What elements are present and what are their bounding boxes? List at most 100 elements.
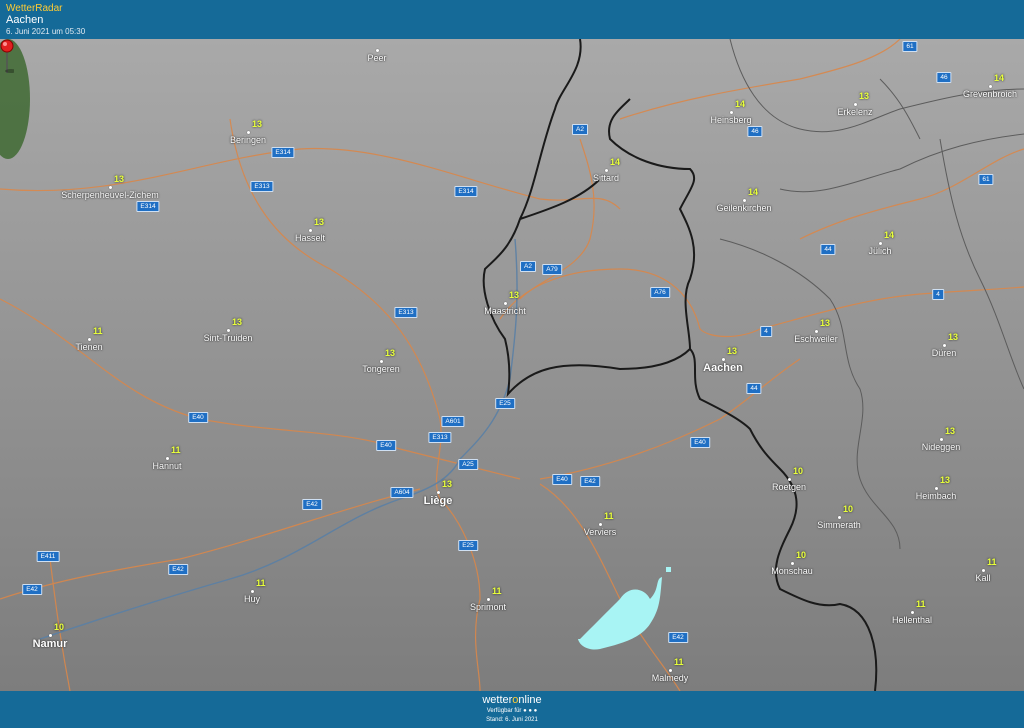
city-dot bbox=[989, 85, 992, 88]
city-dot bbox=[743, 199, 746, 202]
city-label: Geilenkirchen bbox=[716, 203, 772, 213]
road-shield: 46 bbox=[747, 126, 763, 137]
road-shield: 46 bbox=[936, 72, 952, 83]
city-label: Huy bbox=[243, 594, 261, 604]
road-shield: E313 bbox=[250, 181, 274, 192]
city-dot bbox=[487, 598, 490, 601]
city-dot bbox=[599, 523, 602, 526]
road-shield: E42 bbox=[580, 476, 600, 487]
city-dot bbox=[380, 360, 383, 363]
temperature-value: 13 bbox=[859, 91, 870, 101]
timestamp: 6. Juni 2021 um 05:30 bbox=[6, 27, 86, 36]
city-label: Simmerath bbox=[817, 520, 861, 530]
temperature-value: 10 bbox=[843, 504, 854, 514]
city-dot bbox=[376, 49, 379, 52]
temperature-value: 11 bbox=[916, 599, 926, 609]
road-shield: E313 bbox=[394, 307, 418, 318]
city-dot bbox=[838, 516, 841, 519]
radar-map[interactable]: Peer Beringen 13 Scherpenheuvel-Zichem 13 Has… bbox=[0, 39, 1024, 691]
road-shield: E314 bbox=[136, 201, 160, 212]
city-dot bbox=[605, 169, 608, 172]
city-dot bbox=[940, 438, 943, 441]
temperature-value: 13 bbox=[114, 174, 125, 184]
city-label: Kall bbox=[975, 573, 991, 583]
city-label: Nideggen bbox=[921, 442, 961, 452]
city-dot bbox=[879, 242, 882, 245]
temperature-value: 13 bbox=[948, 332, 959, 342]
city-label: Sint-Truiden bbox=[203, 333, 253, 343]
app-name: WetterRadar bbox=[6, 3, 63, 14]
city-label: Namur bbox=[32, 638, 68, 650]
road-shield: E314 bbox=[271, 147, 295, 158]
road-shield: A601 bbox=[441, 416, 465, 427]
temperature-value: 11 bbox=[674, 657, 684, 667]
road-shield: E314 bbox=[454, 186, 478, 197]
city-dot bbox=[227, 329, 230, 332]
city-dot bbox=[309, 229, 312, 232]
road-shield: E40 bbox=[552, 474, 572, 485]
temperature-value: 13 bbox=[252, 119, 263, 129]
location-name: Aachen bbox=[6, 14, 44, 26]
city-dot bbox=[815, 330, 818, 333]
road-shield: E411 bbox=[36, 551, 60, 562]
city-label: Heinsberg bbox=[710, 115, 752, 125]
temperature-value: 10 bbox=[793, 466, 804, 476]
temperature-value: 10 bbox=[54, 622, 65, 632]
temperature-value: 11 bbox=[256, 578, 266, 588]
road-shield: 4 bbox=[932, 289, 944, 300]
road-shield: A2 bbox=[520, 261, 536, 272]
city-label: Hasselt bbox=[294, 233, 326, 243]
road-shield: A604 bbox=[390, 487, 414, 498]
road-shield: 44 bbox=[746, 383, 762, 394]
city-label: Sittard bbox=[592, 173, 620, 183]
city-label: Sprimont bbox=[469, 602, 507, 612]
city-label: Beringen bbox=[229, 135, 267, 145]
city-label: Roetgen bbox=[771, 482, 807, 492]
city-dot bbox=[504, 302, 507, 305]
city-label: Tongeren bbox=[362, 364, 400, 374]
city-label: Grevenbroich bbox=[962, 89, 1018, 99]
temperature-value: 11 bbox=[93, 326, 103, 336]
brand-logo: wetteronline bbox=[0, 694, 1024, 706]
city-dot bbox=[788, 478, 791, 481]
temperature-value: 14 bbox=[735, 99, 746, 109]
city-label: Tienen bbox=[75, 342, 103, 352]
temperature-value: 13 bbox=[232, 317, 243, 327]
city-dot bbox=[854, 103, 857, 106]
road-shield: E42 bbox=[168, 564, 188, 575]
city-dot bbox=[166, 457, 169, 460]
road-shield: 61 bbox=[902, 41, 918, 52]
road-shield: E40 bbox=[690, 437, 710, 448]
temperature-value: 13 bbox=[314, 217, 325, 227]
brand-suffix: nline bbox=[518, 694, 542, 706]
temperature-value: 13 bbox=[945, 426, 956, 436]
city-label: Heimbach bbox=[915, 491, 957, 501]
app-footer: wetteronline Verfügbar für ● ● ● Stand: … bbox=[0, 691, 1024, 728]
app-header: WetterRadar Aachen 6. Juni 2021 um 05:30 bbox=[0, 0, 1024, 39]
temperature-value: 10 bbox=[796, 550, 807, 560]
temperature-value: 13 bbox=[442, 479, 453, 489]
road-shield: 4 bbox=[760, 326, 772, 337]
temperature-value: 14 bbox=[994, 73, 1005, 83]
road-shield: 61 bbox=[978, 174, 994, 185]
temperature-value: 14 bbox=[884, 230, 895, 240]
city-dot bbox=[911, 611, 914, 614]
road-shield: E42 bbox=[302, 499, 322, 510]
temperature-value: 14 bbox=[610, 157, 621, 167]
city-label: Monschau bbox=[771, 566, 813, 576]
city-label: Jülich bbox=[868, 246, 892, 256]
road-shield: E25 bbox=[458, 540, 478, 551]
city-label: Düren bbox=[931, 348, 957, 358]
temperature-value: 13 bbox=[820, 318, 831, 328]
temperature-value: 11 bbox=[171, 445, 181, 455]
temperature-value: 11 bbox=[492, 586, 502, 596]
stand-text: Stand: 6. Juni 2021 bbox=[486, 717, 538, 723]
city-dot bbox=[943, 344, 946, 347]
city-dot bbox=[791, 562, 794, 565]
city-label: Malmedy bbox=[651, 673, 689, 683]
city-dot bbox=[247, 131, 250, 134]
road-shield: A2 bbox=[572, 124, 588, 135]
city-dot bbox=[88, 338, 91, 341]
location-pin-icon[interactable] bbox=[0, 39, 14, 75]
temperature-value: 13 bbox=[940, 475, 951, 485]
